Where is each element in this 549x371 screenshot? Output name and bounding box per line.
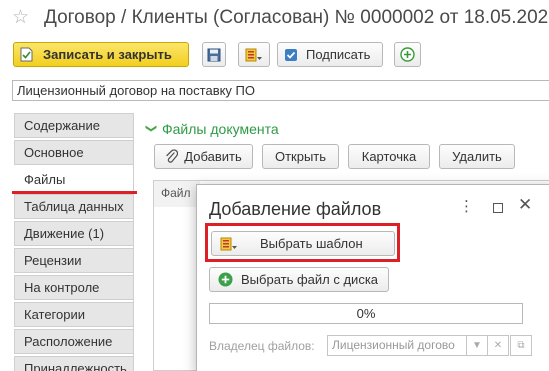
tabs-divider — [133, 113, 134, 371]
more-actions-icon[interactable]: ⋮ — [459, 199, 474, 215]
close-icon[interactable]: ✕ — [518, 195, 532, 215]
progress-text: 0% — [356, 306, 376, 321]
sign-label: Подписать — [306, 47, 371, 62]
window-title: Договор / Клиенты (Согласован) № 0000002… — [44, 7, 549, 28]
upload-progress-bar: 0% — [209, 303, 523, 324]
plus-circle-icon — [400, 47, 415, 62]
tab-files[interactable]: Файлы — [14, 167, 133, 192]
add-file-label: Добавить — [184, 149, 242, 164]
clear-icon[interactable]: ✕ — [487, 335, 509, 356]
dialog-title: Добавление файлов — [209, 199, 382, 219]
files-section-heading[interactable]: Файлы документа — [162, 121, 279, 137]
tab-reviews[interactable]: Рецензии — [14, 248, 133, 273]
template-button-highlight — [205, 223, 400, 262]
open-file-button[interactable]: Открыть — [262, 144, 339, 169]
tab-ownership[interactable]: Принадлежность — [14, 356, 133, 371]
add-file-button[interactable]: Добавить — [154, 144, 253, 169]
table-column-header[interactable]: Файл — [154, 181, 200, 207]
delete-file-button[interactable]: Удалить — [439, 144, 515, 169]
tab-movement[interactable]: Движение (1) — [14, 221, 133, 246]
file-owner-label: Владелец файлов: — [209, 339, 315, 353]
description-field[interactable]: Лицензионный договор на поставку ПО — [12, 80, 549, 101]
add-files-dialog: Добавление файлов ⋮ ✕ Выбрать шаблон Выб… — [196, 184, 549, 371]
active-tab-highlight — [12, 191, 137, 194]
tab-main[interactable]: Основное — [14, 140, 133, 165]
tab-data-table[interactable]: Таблица данных — [14, 194, 133, 219]
save-and-close-button[interactable]: Записать и закрыть — [13, 42, 189, 67]
dropdown-arrow-icon[interactable]: ▼ — [466, 335, 488, 356]
document-check-icon — [20, 47, 33, 62]
choose-from-disk-label: Выбрать файл с диска — [241, 272, 379, 287]
chevron-down-icon[interactable]: ❯ — [145, 124, 158, 133]
create-button[interactable] — [394, 42, 421, 67]
tab-on-control[interactable]: На контроле — [14, 275, 133, 300]
save-button[interactable] — [202, 42, 226, 67]
file-owner-field[interactable]: Лицензионный догово — [327, 335, 467, 356]
file-card-button[interactable]: Карточка — [348, 144, 430, 169]
tab-content[interactable]: Содержание — [14, 113, 133, 138]
sign-button[interactable]: Подписать — [277, 42, 383, 67]
tab-location[interactable]: Расположение — [14, 329, 133, 354]
template-button[interactable] — [238, 42, 270, 67]
tab-categories[interactable]: Категории — [14, 302, 133, 327]
floppy-disk-icon — [207, 48, 221, 61]
save-and-close-label: Записать и закрыть — [43, 47, 172, 62]
favorite-star-icon[interactable]: ☆ — [12, 7, 29, 29]
template-icon — [245, 48, 262, 61]
choose-from-disk-button[interactable]: Выбрать файл с диска — [209, 267, 389, 292]
open-link-icon[interactable]: ⧉ — [510, 335, 532, 356]
plus-circle-icon — [218, 272, 233, 287]
checkbox-icon — [285, 48, 297, 61]
paperclip-icon — [166, 149, 179, 163]
maximize-icon[interactable] — [493, 203, 503, 213]
